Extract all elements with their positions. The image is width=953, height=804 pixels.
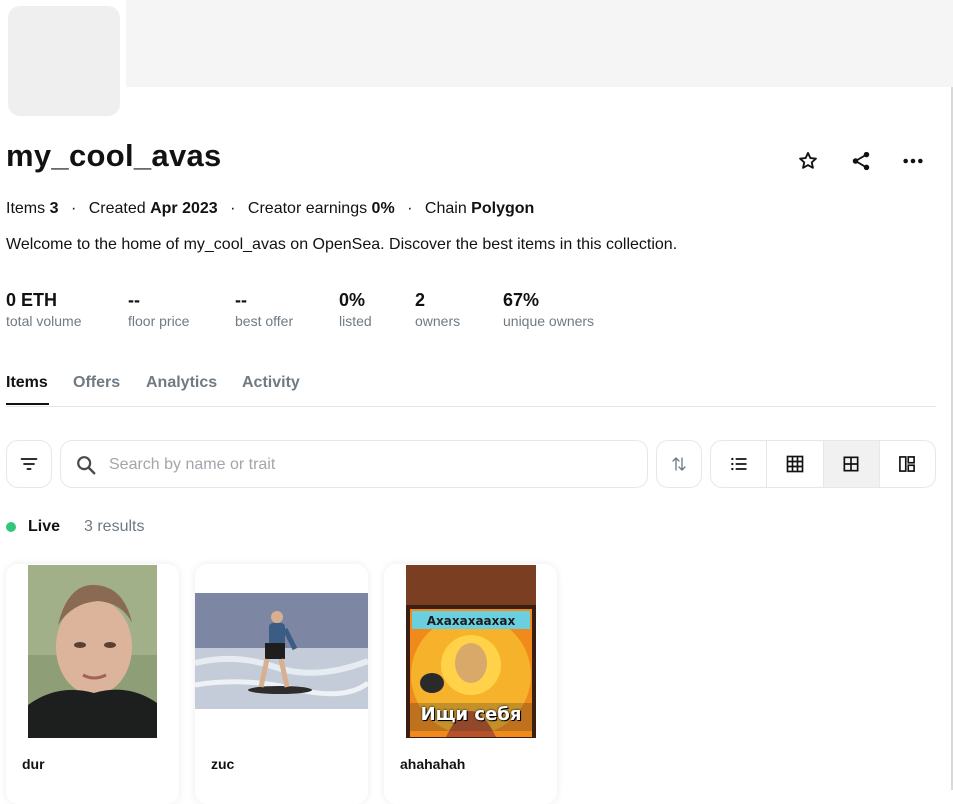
stat-owners: 2 owners [415, 290, 461, 329]
filter-button[interactable] [6, 440, 52, 488]
search-icon [77, 456, 96, 475]
stat-total-volume: 0 ETH total volume [6, 290, 82, 329]
collection-title: my_cool_avas [6, 138, 222, 173]
more-icon [903, 158, 923, 164]
item-image [28, 565, 157, 738]
item-name: dur [22, 756, 45, 772]
collection-avatar [8, 6, 120, 116]
small-grid-view-button[interactable] [767, 441, 824, 487]
item-card-zuc[interactable]: zuc [195, 564, 368, 804]
tab-activity[interactable]: Activity [242, 374, 300, 392]
share-button[interactable] [848, 148, 874, 174]
item-card-dur[interactable]: dur [6, 564, 179, 804]
item-card-ahahahah[interactable]: Ахахахаахах Ищи себя ahahahah [384, 564, 557, 804]
collection-description: Welcome to the home of my_cool_avas on O… [6, 236, 678, 253]
collection-banner [0, 0, 953, 87]
collection-tabs: Items Offers Analytics Activity [6, 374, 936, 407]
collection-avatar-frame [0, 0, 126, 121]
stat-listed: 0% listed [339, 290, 372, 329]
item-image-caption-top: Ахахахаахах [426, 614, 516, 628]
item-name: zuc [211, 756, 235, 772]
collection-meta: Items 3 · Created Apr 2023 · Creator ear… [6, 200, 535, 217]
item-name: ahahahah [400, 756, 466, 772]
active-tab-indicator [6, 403, 49, 405]
search-input[interactable] [107, 453, 631, 477]
list-view-icon [730, 457, 747, 471]
search-field[interactable] [60, 440, 648, 488]
star-icon [799, 152, 817, 169]
view-mode-toggle [710, 440, 936, 488]
live-label: Live [28, 518, 61, 535]
sort-button[interactable] [656, 440, 702, 488]
more-options-button[interactable] [900, 148, 926, 174]
item-image [195, 593, 368, 709]
item-image-caption-bottom: Ищи себя [420, 704, 522, 725]
stat-best-offer: -- best offer [235, 290, 294, 329]
tab-offers[interactable]: Offers [73, 374, 120, 392]
tab-items[interactable]: Items [6, 374, 48, 392]
stat-unique-owners: 67% unique owners [503, 290, 595, 329]
sort-icon [672, 457, 686, 471]
share-icon [852, 151, 870, 171]
list-view-button[interactable] [711, 441, 768, 487]
filter-icon [20, 458, 38, 470]
mosaic-icon [899, 456, 916, 472]
stat-floor-price: -- floor price [128, 290, 190, 329]
tab-analytics[interactable]: Analytics [146, 374, 217, 392]
live-status-dot [6, 522, 16, 532]
results-count: 3 results [84, 518, 145, 535]
grid-small-icon [786, 455, 804, 473]
favorite-button[interactable] [795, 148, 821, 174]
large-grid-view-button[interactable] [823, 441, 880, 487]
grid-large-icon [843, 456, 859, 472]
mosaic-view-button[interactable] [880, 441, 935, 487]
